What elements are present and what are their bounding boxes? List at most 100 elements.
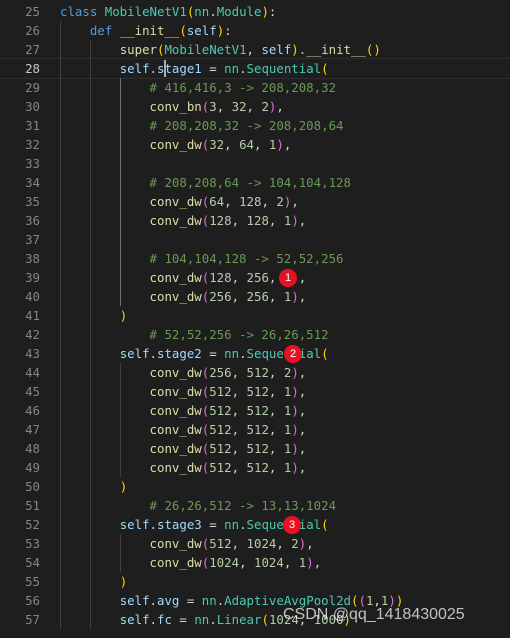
code-token: , (283, 555, 299, 570)
line-number: 32 (25, 137, 40, 152)
code-token: , (306, 536, 314, 551)
code-editor[interactable]: 25 class MobileNetV1(nn.Module): 26 def __… (0, 0, 510, 638)
line-number: 57 (25, 612, 40, 627)
code-line[interactable]: 35 conv_dw(64, 128, 2), (0, 192, 510, 211)
code-line[interactable]: 54 conv_dw(1024, 1024, 1), (0, 553, 510, 572)
code-token: nn (224, 346, 240, 361)
code-text: conv_dw(128, 256, 2), (60, 268, 307, 287)
code-token: self (119, 612, 150, 627)
code-line[interactable]: 27 super(MobileNetV1, self).__init__() (0, 40, 510, 59)
code-token: . (149, 346, 157, 361)
code-token: , (291, 194, 299, 209)
code-text: conv_dw(1024, 1024, 1), (60, 553, 322, 572)
code-line[interactable]: 37 (0, 230, 510, 249)
code-token: 512 (246, 403, 269, 418)
code-token: , (298, 213, 307, 228)
code-text: conv_dw(512, 512, 1), (60, 458, 307, 477)
code-line[interactable]: 47 conv_dw(512, 512, 1), (0, 420, 510, 439)
code-token: , (298, 441, 307, 456)
code-token: 512 (246, 422, 269, 437)
code-token: 512 (209, 384, 232, 399)
code-token: 512 (209, 536, 232, 551)
code-token: , (253, 137, 269, 152)
code-token: ) (119, 479, 128, 494)
code-token: . (209, 612, 217, 627)
code-token: 2 (261, 99, 269, 114)
code-text: # 26,26,512 -> 13,13,1024 (60, 496, 337, 515)
code-line[interactable]: 55 ) (0, 572, 510, 591)
code-token: , (231, 536, 247, 551)
code-token: ) (291, 213, 299, 228)
code-token: , (231, 213, 247, 228)
code-text: ) (60, 306, 127, 325)
code-line[interactable]: 53 conv_dw(512, 1024, 2), (0, 534, 510, 553)
indent-guide (119, 363, 121, 477)
line-number: 45 (25, 384, 40, 399)
code-text: conv_dw(512, 512, 1), (60, 420, 307, 439)
code-token: , (268, 422, 284, 437)
code-token: ) (291, 384, 299, 399)
code-line[interactable]: 46 conv_dw(512, 512, 1), (0, 401, 510, 420)
annotation-marker: 2 (284, 345, 302, 363)
code-token: . (209, 4, 217, 19)
code-token: self (119, 517, 150, 532)
code-line[interactable]: 36 conv_dw(128, 128, 1), (0, 211, 510, 230)
line-number: 34 (25, 175, 40, 190)
code-line[interactable]: 38 # 104,104,128 -> 52,52,256 (0, 249, 510, 268)
code-token: class (60, 4, 105, 19)
line-number: 38 (25, 251, 40, 266)
line-number: 52 (25, 517, 40, 532)
code-token: 512 (209, 403, 232, 418)
code-text: # 416,416,3 -> 208,208,32 (60, 78, 337, 97)
code-token: __init__ (119, 23, 180, 38)
code-token: ( (321, 346, 329, 361)
code-token: 256 (246, 289, 269, 304)
line-number: 37 (25, 232, 40, 247)
code-token: MobileNetV1 (164, 42, 247, 57)
code-token: , (231, 365, 247, 380)
code-line[interactable]: 29 # 416,416,3 -> 208,208,32 (0, 78, 510, 97)
code-text: ) (60, 477, 127, 496)
code-line[interactable]: 34 # 208,208,64 -> 104,104,128 (0, 173, 510, 192)
line-number: 30 (25, 99, 40, 114)
code-line[interactable]: 51 # 26,26,512 -> 13,13,1024 (0, 496, 510, 515)
code-token: 256 (209, 365, 232, 380)
code-line[interactable]: 43 self.stage2 = nn.Sequential( (0, 344, 510, 363)
code-line[interactable]: 25 class MobileNetV1(nn.Module): (0, 2, 510, 21)
line-number: 55 (25, 574, 40, 589)
code-line[interactable]: 32 conv_dw(32, 64, 1), (0, 135, 510, 154)
code-token: Module (216, 4, 262, 19)
indent-guide (119, 78, 121, 306)
code-token: = (201, 517, 225, 532)
code-line[interactable]: 50 ) (0, 477, 510, 496)
indent-guide (89, 40, 91, 629)
code-line[interactable]: 39 conv_dw(128, 256, 2), (0, 268, 510, 287)
code-line[interactable]: 26 def __init__(self): (0, 21, 510, 40)
code-token: ( (321, 61, 329, 76)
code-line[interactable]: 45 conv_dw(512, 512, 1), (0, 382, 510, 401)
code-line[interactable]: 31 # 208,208,32 -> 208,208,64 (0, 116, 510, 135)
text-cursor (164, 60, 166, 77)
code-line[interactable]: 48 conv_dw(512, 512, 1), (0, 439, 510, 458)
code-token: self (119, 346, 150, 361)
code-token: ( (179, 23, 187, 38)
code-line[interactable]: 33 (0, 154, 510, 173)
code-line[interactable]: 49 conv_dw(512, 512, 1), (0, 458, 510, 477)
code-token: , (298, 384, 307, 399)
line-number: 35 (25, 194, 40, 209)
code-line[interactable]: 52 self.stage3 = nn.Sequential( (0, 515, 510, 534)
code-line[interactable]: 30 conv_bn(3, 32, 2), (0, 97, 510, 116)
code-line[interactable]: 40 conv_dw(256, 256, 1), (0, 287, 510, 306)
code-token: , (298, 422, 307, 437)
code-line[interactable]: 44 conv_dw(256, 512, 2), (0, 363, 510, 382)
code-token: ) (119, 574, 128, 589)
code-text: conv_dw(256, 256, 1), (60, 287, 307, 306)
code-line[interactable]: 42 # 52,52,256 -> 26,26,512 (0, 325, 510, 344)
code-line[interactable]: 41 ) (0, 306, 510, 325)
code-token: 3 (209, 99, 217, 114)
code-token: 128 (209, 270, 232, 285)
code-token: # 26,26,512 -> 13,13,1024 (149, 498, 337, 513)
code-token: stage3 (157, 517, 202, 532)
code-token: conv_dw (149, 422, 202, 437)
code-line[interactable]: 28 self.stage1 = nn.Sequential( (0, 58, 510, 79)
